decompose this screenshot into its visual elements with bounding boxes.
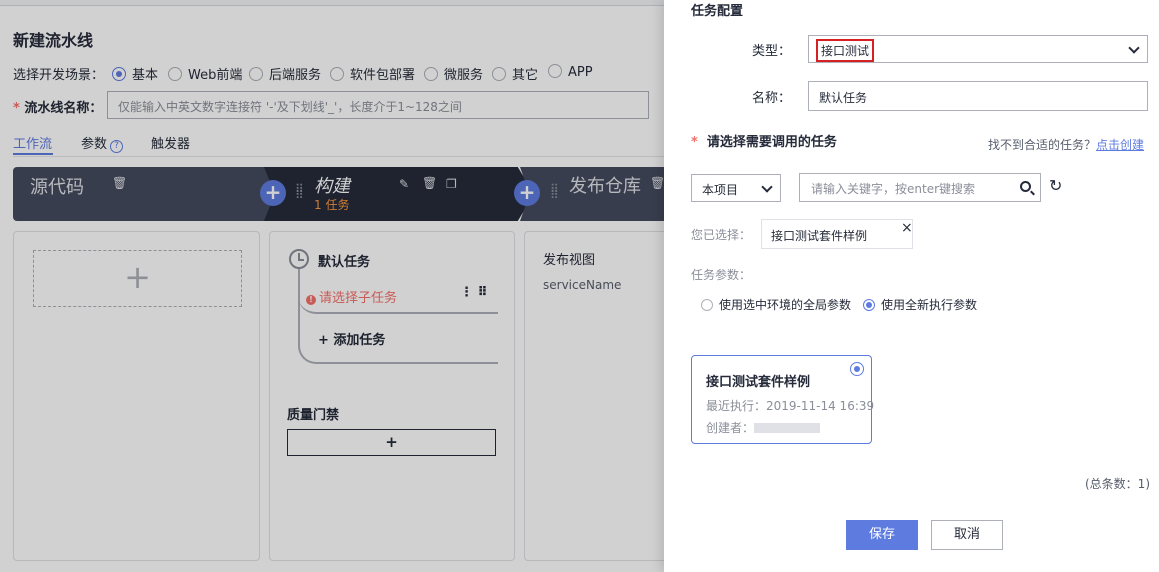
task-card-title: 接口测试套件样例 — [706, 375, 811, 390]
task-params-label: 任务参数： — [691, 268, 752, 282]
close-icon[interactable]: × — [901, 220, 913, 236]
redacted-creator — [754, 423, 821, 433]
task-card[interactable]: 接口测试套件样例 最近执行：2019-11-14 16:39 创建者： — [691, 355, 875, 444]
type-label: 类型： — [751, 44, 791, 59]
param-option-global[interactable]: 使用选中环境的全局参数 — [701, 296, 851, 313]
radio-icon — [863, 299, 875, 311]
drawer-title: 任务配置 — [691, 4, 744, 19]
create-task-link[interactable]: 点击创建 — [1096, 138, 1144, 152]
type-select-value: 接口测试 — [816, 39, 875, 62]
modal-overlay[interactable] — [0, 0, 664, 572]
name-label: 名称： — [751, 91, 791, 106]
task-config-drawer: 任务配置 类型： 接口测试 名称： 默认任务 * 请选择需要调用的任务 找不到合… — [664, 0, 1159, 572]
selected-label: 您已选择： — [691, 228, 752, 242]
project-select[interactable]: 本项目 — [691, 174, 781, 202]
select-task-title: * 请选择需要调用的任务 — [691, 135, 837, 150]
search-icon[interactable] — [1020, 181, 1031, 192]
task-card-radio[interactable] — [850, 362, 864, 376]
total-count: (总条数：1) — [1085, 477, 1150, 491]
task-name-input[interactable]: 默认任务 — [808, 81, 1148, 111]
selected-task-chip: 接口测试套件样例 — [761, 219, 913, 249]
chevron-down-icon — [1128, 42, 1140, 54]
required-marker: * — [691, 135, 698, 150]
not-found-hint: 找不到合适的任务？点击创建 — [988, 138, 1145, 152]
save-button[interactable]: 保存 — [846, 520, 918, 550]
task-search-input[interactable]: 请输入关键字，按enter键搜索 — [799, 173, 1041, 202]
task-card-creator: 创建者： — [706, 419, 821, 436]
param-option-new[interactable]: 使用全新执行参数 — [863, 296, 977, 313]
radio-icon — [701, 299, 713, 311]
task-card-last-run: 最近执行：2019-11-14 16:39 — [706, 399, 875, 413]
chevron-down-icon — [761, 181, 773, 193]
type-select[interactable]: 接口测试 — [808, 35, 1148, 63]
cancel-button[interactable]: 取消 — [931, 520, 1003, 550]
refresh-icon[interactable]: ↻ — [1049, 176, 1062, 195]
